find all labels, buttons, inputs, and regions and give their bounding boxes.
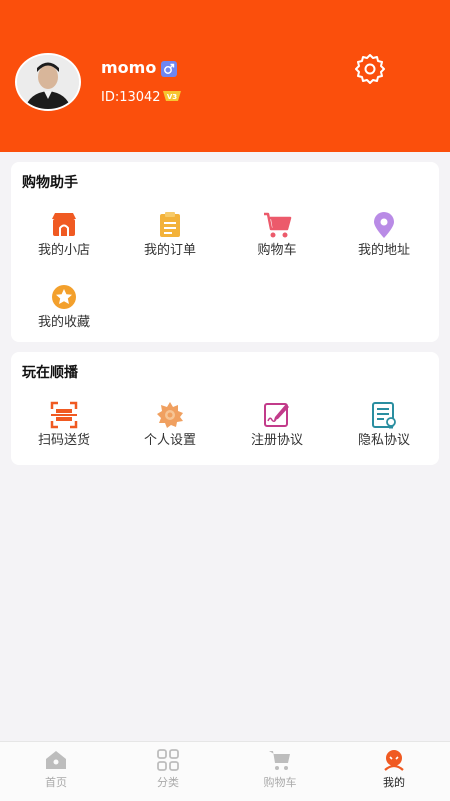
play-card: 玩在顺播 扫码送货 个人设置 注册协议 隐私协议 xyxy=(11,352,439,465)
tab-profile[interactable]: 我的 xyxy=(354,748,434,790)
cart-icon xyxy=(269,751,290,770)
scan-delivery-item[interactable]: 扫码送货 xyxy=(14,400,114,450)
registration-agreement-label: 注册协议 xyxy=(250,433,303,448)
avatar-image xyxy=(17,55,79,109)
personal-settings-item[interactable]: 个人设置 xyxy=(120,400,220,450)
my-address-label: 我的地址 xyxy=(357,243,410,258)
vip-badge: V3 xyxy=(162,88,182,104)
document-icon xyxy=(372,402,396,429)
tab-profile-label: 我的 xyxy=(383,776,405,789)
shopping-assistant-title: 购物助手 xyxy=(22,175,78,191)
gear-icon xyxy=(355,54,385,84)
signature-icon xyxy=(264,403,289,427)
shop-icon xyxy=(52,213,76,236)
clipboard-icon xyxy=(160,212,180,237)
cart-icon xyxy=(264,212,292,238)
tab-cart[interactable]: 购物车 xyxy=(240,748,320,790)
username: momo xyxy=(101,58,157,77)
shopping-assistant-card: 购物助手 我的小店 我的订单 购物车 我的地址 我的收藏 xyxy=(11,162,439,342)
user-id: ID:13042 xyxy=(101,90,161,105)
scan-icon xyxy=(50,401,78,429)
my-address-item[interactable]: 我的地址 xyxy=(334,210,434,260)
my-shop-label: 我的小店 xyxy=(37,243,90,258)
profile-icon xyxy=(384,750,404,771)
profile-header: momo ID:13042 V3 xyxy=(0,0,450,152)
privacy-agreement-label: 隐私协议 xyxy=(357,433,410,448)
my-favorites-label: 我的收藏 xyxy=(37,315,90,330)
home-icon xyxy=(46,751,66,769)
my-shop-item[interactable]: 我的小店 xyxy=(14,210,114,260)
shopping-cart-item[interactable]: 购物车 xyxy=(227,210,327,260)
my-favorites-item[interactable]: 我的收藏 xyxy=(14,282,114,332)
registration-agreement-item[interactable]: 注册协议 xyxy=(227,400,327,450)
scan-delivery-label: 扫码送货 xyxy=(37,433,90,448)
tab-cart-label: 购物车 xyxy=(263,776,297,789)
settings-button[interactable] xyxy=(353,52,387,86)
my-orders-label: 我的订单 xyxy=(143,243,196,258)
location-pin-icon xyxy=(374,212,394,238)
tab-home-label: 首页 xyxy=(45,776,67,789)
gear-flower-icon xyxy=(157,402,183,428)
play-title: 玩在顺播 xyxy=(22,365,78,381)
vip-level: V3 xyxy=(167,93,177,101)
my-orders-item[interactable]: 我的订单 xyxy=(120,210,220,260)
avatar[interactable] xyxy=(15,53,81,111)
tab-category[interactable]: 分类 xyxy=(128,748,208,790)
privacy-agreement-item[interactable]: 隐私协议 xyxy=(334,400,434,450)
personal-settings-label: 个人设置 xyxy=(143,433,196,448)
tab-category-label: 分类 xyxy=(157,776,179,789)
star-icon xyxy=(52,285,76,309)
bottom-tab-bar: 首页 分类 购物车 我的 xyxy=(0,741,450,801)
grid-icon xyxy=(157,749,179,771)
male-icon xyxy=(161,61,177,77)
shopping-cart-label: 购物车 xyxy=(257,243,297,258)
tab-home[interactable]: 首页 xyxy=(16,748,96,790)
